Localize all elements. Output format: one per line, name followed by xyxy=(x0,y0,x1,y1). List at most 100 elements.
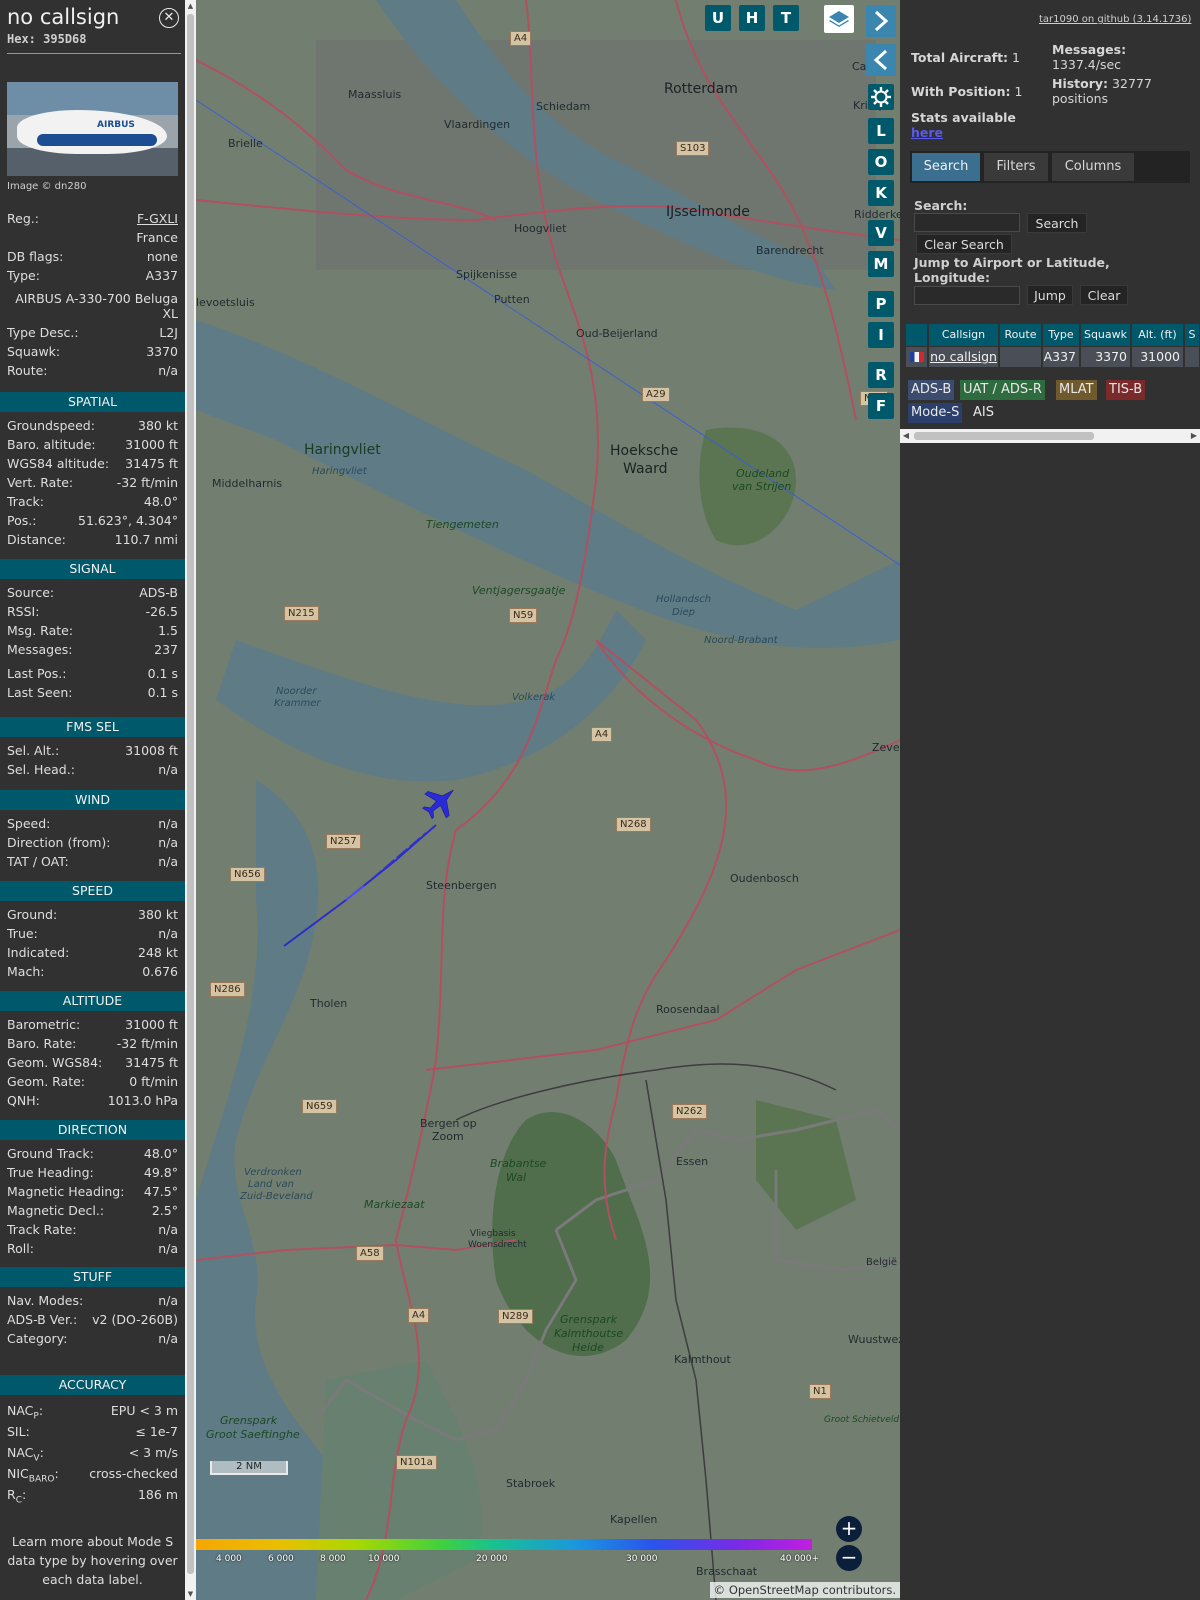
expand-right-button[interactable] xyxy=(866,5,896,37)
source-uat[interactable]: UAT / ADS-R xyxy=(960,380,1045,400)
aircraft-belly xyxy=(37,134,157,146)
osm-link[interactable]: OpenStreetMap xyxy=(729,1583,819,1597)
stats-link[interactable]: here xyxy=(911,125,943,140)
col-flag[interactable] xyxy=(906,324,928,346)
spatial-label: Distance: xyxy=(7,532,66,547)
search-button[interactable]: Search xyxy=(1027,213,1087,233)
direction-row: Track Rate: n/a xyxy=(7,1222,178,1240)
close-info-button[interactable]: ✕ xyxy=(159,8,179,28)
map-button-m[interactable]: M xyxy=(868,251,894,277)
source-mlat[interactable]: MLAT xyxy=(1056,380,1097,400)
map-button-h[interactable]: H xyxy=(739,5,765,31)
row-callsign[interactable]: no callsign xyxy=(929,347,999,367)
table-horizontal-scrollbar[interactable]: ◀ ▶ xyxy=(900,429,1200,443)
github-link[interactable]: tar1090 on github (3.14.1736) xyxy=(1039,14,1191,25)
col-altitude[interactable]: Alt. (ft) xyxy=(1132,324,1184,346)
speed-label: True: xyxy=(7,926,38,941)
layers-icon xyxy=(829,11,849,27)
fms-value: 31008 ft xyxy=(125,743,178,758)
map-button-k[interactable]: K xyxy=(868,180,894,206)
altitude-value: 1013.0 hPa xyxy=(107,1093,178,1108)
scroll-left-icon[interactable]: ◀ xyxy=(900,429,912,443)
tab-search[interactable]: Search xyxy=(912,153,980,181)
map-button-t[interactable]: T xyxy=(773,5,799,31)
direction-value: 48.0° xyxy=(143,1146,178,1161)
map-button-r[interactable]: R xyxy=(868,362,894,388)
section-header-signal: SIGNAL xyxy=(0,559,185,579)
road-shield: A4 xyxy=(510,31,532,46)
place-label: Oud-Beijerland xyxy=(576,327,658,340)
clear-jump-button[interactable]: Clear xyxy=(1080,285,1128,305)
map-scale-bar: 2 NM xyxy=(210,1461,288,1475)
col-type[interactable]: Type xyxy=(1043,324,1080,346)
place-label: Oudenbosch xyxy=(730,872,799,885)
spatial-label: Baro. altitude: xyxy=(7,437,96,452)
place-label: Putten xyxy=(494,293,530,306)
zoom-out-button[interactable]: − xyxy=(836,1545,862,1571)
tab-columns[interactable]: Columns xyxy=(1052,153,1134,181)
scrollbar-thumb[interactable] xyxy=(914,432,1094,440)
place-label: levoetsluis xyxy=(196,296,255,309)
tab-filters[interactable]: Filters xyxy=(984,153,1048,181)
wind-label: Direction (from): xyxy=(7,835,111,850)
col-route[interactable]: Route xyxy=(1000,324,1042,346)
collapse-left-button[interactable] xyxy=(866,44,896,76)
altitude-row: Barometric: 31000 ft xyxy=(7,1017,178,1035)
water-label: Land van xyxy=(248,1179,294,1190)
map-button-f[interactable]: F xyxy=(868,393,894,419)
fms-row: Sel. Alt.: 31008 ft xyxy=(7,743,178,761)
info-panel-scrollbar[interactable]: ▲ ▼ xyxy=(185,0,196,1600)
map-button-u[interactable]: U xyxy=(705,5,731,31)
scroll-right-icon[interactable]: ▶ xyxy=(1188,429,1200,443)
water-label: Krammer xyxy=(274,698,321,709)
col-speed[interactable]: S xyxy=(1185,324,1200,346)
zoom-in-button[interactable]: + xyxy=(836,1516,862,1542)
source-tisb[interactable]: TIS-B xyxy=(1106,380,1146,400)
altitude-row: QNH: 1013.0 hPa xyxy=(7,1093,178,1111)
source-ais[interactable]: AIS xyxy=(970,403,997,423)
search-input[interactable] xyxy=(914,213,1020,232)
place-label: Vliegbasis xyxy=(470,1229,516,1239)
section-header-spatial: SPATIAL xyxy=(0,392,185,412)
fms-label: Sel. Head.: xyxy=(7,762,75,777)
road-shield: A4 xyxy=(591,727,613,742)
scrollbar-thumb[interactable] xyxy=(187,14,194,1574)
col-squawk[interactable]: Squawk xyxy=(1081,324,1131,346)
jump-button[interactable]: Jump xyxy=(1027,285,1073,305)
source-modes[interactable]: Mode-S xyxy=(908,403,963,423)
water-label: Noorder xyxy=(276,686,317,697)
source-adsb[interactable]: ADS-B xyxy=(908,380,955,400)
settings-button[interactable] xyxy=(868,84,894,110)
spatial-row: Vert. Rate: -32 ft/min xyxy=(7,475,178,493)
scroll-up-icon[interactable]: ▲ xyxy=(185,0,196,12)
map-button-o[interactable]: O xyxy=(868,149,894,175)
map-button-v[interactable]: V xyxy=(868,220,894,246)
direction-label: Ground Track: xyxy=(7,1146,94,1161)
place-label: Waard xyxy=(623,461,668,477)
spatial-row: Groundspeed: 380 kt xyxy=(7,418,178,436)
place-label: Heide xyxy=(572,1341,604,1354)
wind-row: TAT / OAT: n/a xyxy=(7,854,178,872)
clear-search-button[interactable]: Clear Search xyxy=(916,234,1012,254)
jump-input[interactable] xyxy=(914,286,1020,305)
col-callsign[interactable]: Callsign xyxy=(929,324,999,346)
map-view[interactable]: Rotterdam Maassluis Schiedam Vlaardingen… xyxy=(196,0,900,1600)
signal-value: ADS-B xyxy=(139,585,178,600)
aircraft-livery-logo: AIRBUS xyxy=(97,120,135,130)
accuracy-row: NACV: < 3 m/s xyxy=(7,1445,178,1464)
altitude-value: -32 ft/min xyxy=(116,1036,178,1051)
direction-row: True Heading: 49.8° xyxy=(7,1165,178,1183)
wind-row: Direction (from): n/a xyxy=(7,835,178,853)
registration-link[interactable]: F-GXLI xyxy=(137,211,178,226)
fms-value: n/a xyxy=(158,762,178,777)
accuracy-label: NICBARO: xyxy=(7,1466,59,1485)
map-button-i[interactable]: I xyxy=(868,322,894,348)
with-position-stat: With Position: 1 xyxy=(911,84,1023,99)
stuff-label: ADS-B Ver.: xyxy=(7,1312,78,1327)
layers-button[interactable] xyxy=(824,5,854,33)
aircraft-photo[interactable]: AIRBUS xyxy=(7,82,178,176)
map-button-l[interactable]: L xyxy=(868,118,894,144)
map-button-p[interactable]: P xyxy=(868,291,894,317)
scroll-down-icon[interactable]: ▼ xyxy=(185,1588,196,1600)
place-label: IJsselmonde xyxy=(666,204,750,220)
